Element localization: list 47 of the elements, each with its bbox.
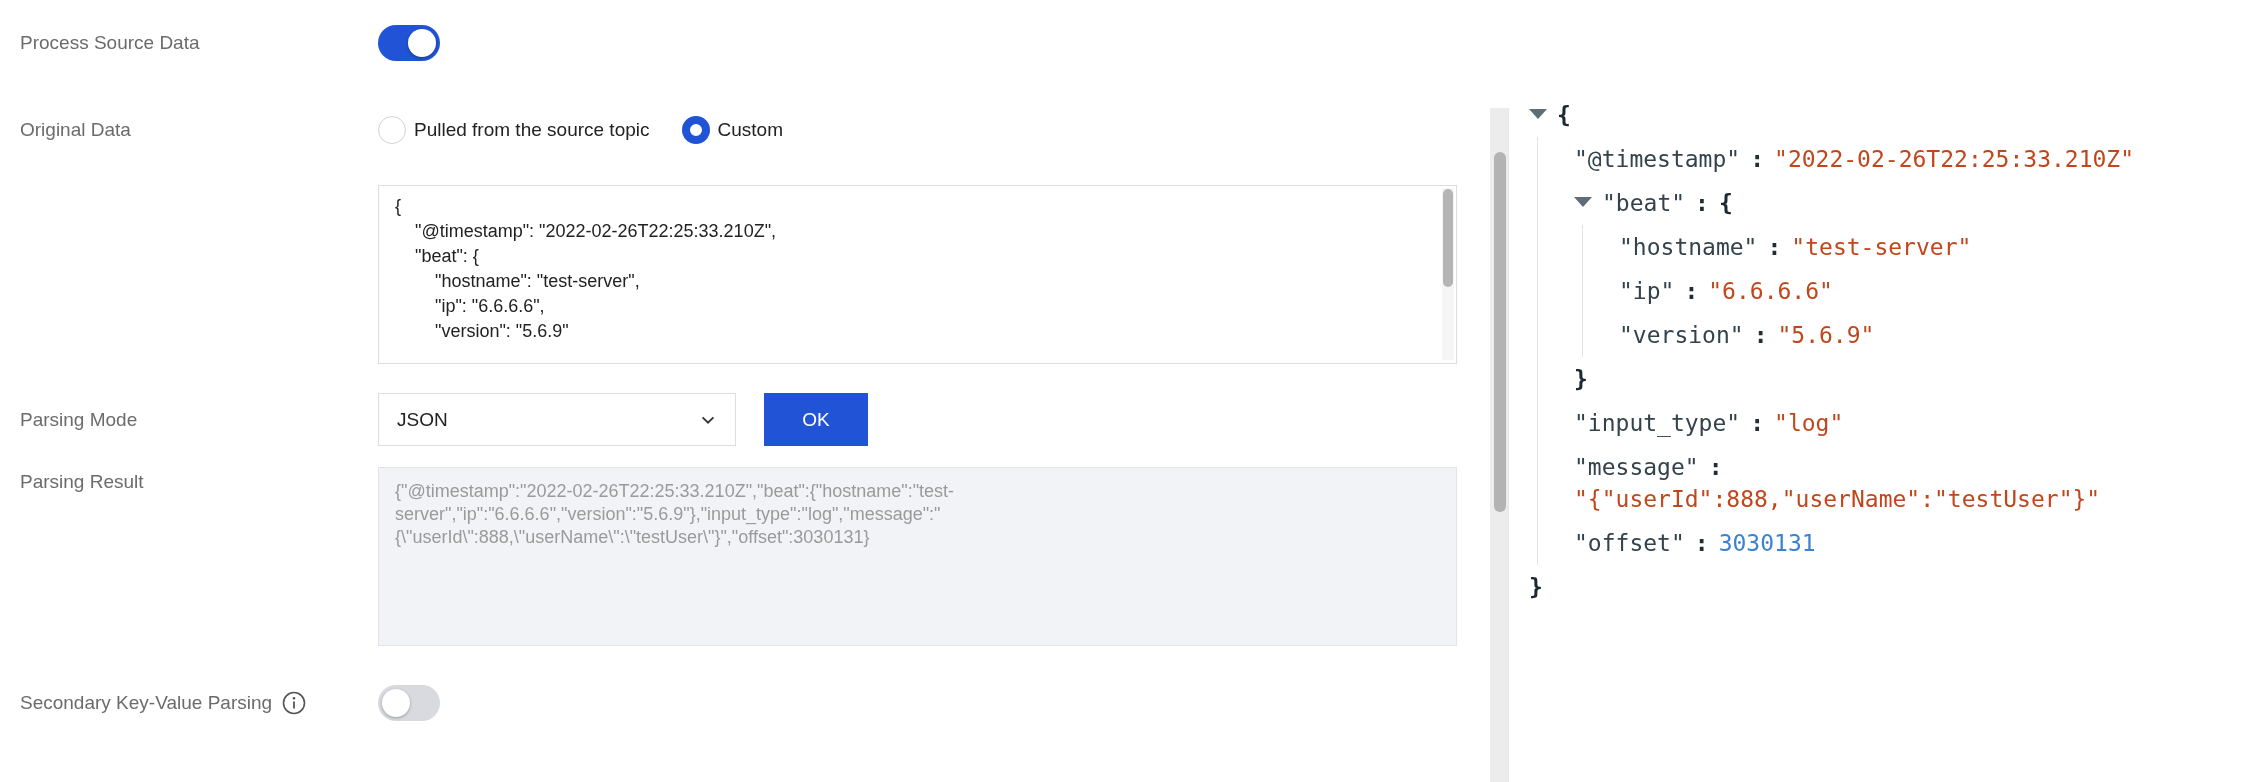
field-label: Process Source Data (20, 32, 200, 54)
brace: } (1529, 573, 1543, 602)
option-label[interactable]: Custom (717, 119, 783, 141)
json-key: "message" (1574, 451, 1699, 483)
info-icon[interactable] (282, 691, 307, 715)
scrollbar[interactable] (1490, 108, 1509, 782)
scrollbar[interactable] (1442, 188, 1454, 360)
result-field: {"@timestamp":"2022-02-26T22:25:33.210Z","beat":{"hostname":"test-server","ip":"6.6.6.6","version":"5.6.9"},"input_type":"log","message":"{\"userId\":888,\"userName\":\"testUser\"}","offset":3030131} (378, 467, 1457, 646)
json-key: "hostname" (1619, 231, 1758, 263)
json-key: "@timestamp" (1574, 143, 1741, 175)
json-key: "beat" (1602, 187, 1686, 219)
radio-button[interactable] (681, 116, 710, 144)
colon: : (1694, 529, 1709, 558)
field-label: Original Data (20, 119, 131, 141)
caret-icon[interactable] (1574, 197, 1592, 209)
json-key: "input_type" (1574, 407, 1741, 439)
brace: { (1557, 101, 1571, 130)
colon: : (1684, 277, 1699, 306)
json-value: "2022-02-26T22:25:33.210Z" (1774, 145, 2135, 174)
field-label: Parsing Mode (20, 408, 138, 431)
toggle-switch[interactable] (378, 25, 440, 61)
ok-button[interactable]: OK (764, 393, 868, 446)
json-value: 3030131 (1718, 529, 1816, 558)
colon: : (1753, 321, 1768, 350)
field-label: Secondary Key-Value Parsing (20, 692, 273, 714)
colon: : (1708, 453, 1723, 482)
json-value: "{"userId":888,"userName":"testUser"}" (1574, 485, 2101, 514)
colon: : (1750, 145, 1765, 174)
json-key: "ip" (1619, 275, 1675, 307)
toggle-switch[interactable] (378, 685, 440, 721)
json-key: "version" (1619, 319, 1744, 351)
caret-icon[interactable] (1529, 109, 1547, 121)
json-value: "test-server" (1791, 233, 1972, 262)
json-key: "offset" (1574, 527, 1685, 559)
colon: : (1695, 189, 1709, 218)
brace: } (1574, 365, 1588, 394)
json-value: "5.6.9" (1777, 321, 1875, 350)
option-label[interactable]: Pulled from the source topic (414, 119, 650, 141)
field-label: Parsing Result (20, 471, 144, 493)
colon: : (1767, 233, 1782, 262)
code-text: { "@timestamp": "2022-02-26T22:25:33.210Z", "beat": { "hostname": "test-server", "ip": "6.6.6.6", "version": "5.6.9" (394, 195, 778, 343)
json-value: "6.6.6.6" (1708, 277, 1833, 306)
dropdown[interactable]: JSON (378, 393, 736, 446)
json-value: "log" (1774, 409, 1844, 438)
colon: : (1750, 409, 1765, 438)
brace: { (1718, 189, 1733, 218)
code-editor[interactable]: { "@timestamp": "2022-02-26T22:25:33.210Z", "beat": { "hostname": "test-server", "ip": "6.6.6.6", "version": "5.6.9" (378, 185, 1457, 364)
